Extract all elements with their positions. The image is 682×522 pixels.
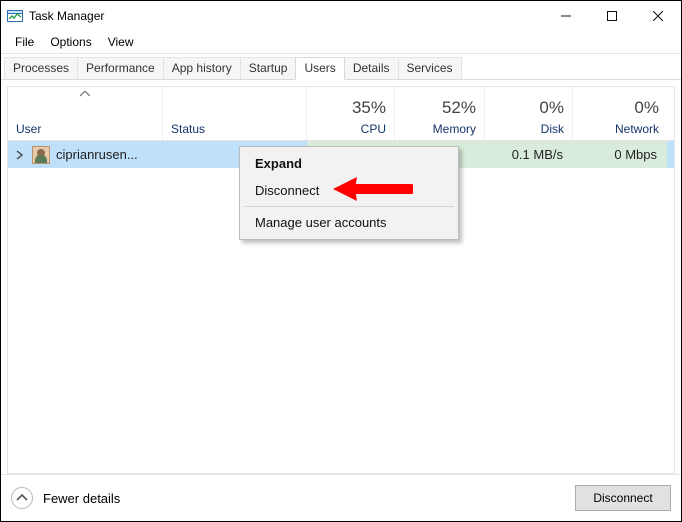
- tab-details[interactable]: Details: [344, 57, 399, 80]
- column-value: 0%: [634, 98, 659, 118]
- menu-options[interactable]: Options: [42, 33, 99, 51]
- menu-view[interactable]: View: [100, 33, 142, 51]
- divider: [244, 206, 454, 207]
- fewer-details-link[interactable]: Fewer details: [43, 491, 120, 506]
- column-value: 52%: [442, 98, 476, 118]
- menu-bar: File Options View: [1, 31, 681, 53]
- window-title: Task Manager: [29, 9, 104, 23]
- tab-performance[interactable]: Performance: [77, 57, 164, 80]
- context-menu-disconnect[interactable]: Disconnect: [243, 177, 455, 204]
- column-header-network[interactable]: 0% Network: [573, 87, 667, 140]
- column-label: User: [16, 122, 154, 136]
- context-menu-manage[interactable]: Manage user accounts: [243, 209, 455, 236]
- button-label: Disconnect: [593, 491, 652, 505]
- users-grid: User Status 35% CPU 52% Memory 0% Disk: [7, 86, 675, 474]
- cell-network: 0 Mbps: [573, 141, 667, 168]
- column-headers: User Status 35% CPU 52% Memory 0% Disk: [8, 87, 674, 141]
- column-label: Status: [171, 122, 298, 136]
- column-label: Disk: [541, 122, 564, 136]
- tab-users[interactable]: Users: [295, 57, 344, 80]
- title-bar: Task Manager: [1, 1, 681, 31]
- column-value: 0%: [539, 98, 564, 118]
- user-avatar-icon: [32, 146, 50, 164]
- tab-processes[interactable]: Processes: [4, 57, 78, 80]
- divider: [1, 53, 681, 54]
- column-label: Network: [615, 122, 659, 136]
- maximize-button[interactable]: [589, 1, 635, 31]
- column-label: Memory: [433, 122, 476, 136]
- user-context-menu: Expand Disconnect Manage user accounts: [239, 146, 459, 240]
- tab-app-history[interactable]: App history: [163, 57, 241, 80]
- expand-chevron-icon[interactable]: [14, 150, 26, 160]
- column-header-user[interactable]: User: [8, 87, 163, 140]
- column-value: 35%: [352, 98, 386, 118]
- column-header-disk[interactable]: 0% Disk: [485, 87, 573, 140]
- column-header-memory[interactable]: 52% Memory: [395, 87, 485, 140]
- tab-services[interactable]: Services: [398, 57, 462, 80]
- cell-disk: 0.1 MB/s: [485, 141, 573, 168]
- network-value: 0 Mbps: [614, 147, 657, 162]
- minimize-button[interactable]: [543, 1, 589, 31]
- fewer-details-icon[interactable]: [11, 487, 33, 509]
- disconnect-button[interactable]: Disconnect: [575, 485, 671, 511]
- column-header-status[interactable]: Status: [163, 87, 307, 140]
- context-menu-expand[interactable]: Expand: [243, 150, 455, 177]
- close-button[interactable]: [635, 1, 681, 31]
- menu-file[interactable]: File: [7, 33, 42, 51]
- tab-bar: Processes Performance App history Startu…: [1, 56, 681, 80]
- cell-user: ciprianrusen...: [8, 141, 163, 168]
- content-area: User Status 35% CPU 52% Memory 0% Disk: [1, 80, 681, 474]
- column-label: CPU: [361, 122, 386, 136]
- task-manager-window: Task Manager File Options View Processes…: [0, 0, 682, 522]
- tab-startup[interactable]: Startup: [240, 57, 297, 80]
- footer: Fewer details Disconnect: [1, 475, 681, 521]
- task-manager-icon: [7, 8, 23, 24]
- user-name: ciprianrusen...: [56, 147, 138, 162]
- sort-indicator-icon: [8, 89, 162, 100]
- column-header-cpu[interactable]: 35% CPU: [307, 87, 395, 140]
- disk-value: 0.1 MB/s: [512, 147, 563, 162]
